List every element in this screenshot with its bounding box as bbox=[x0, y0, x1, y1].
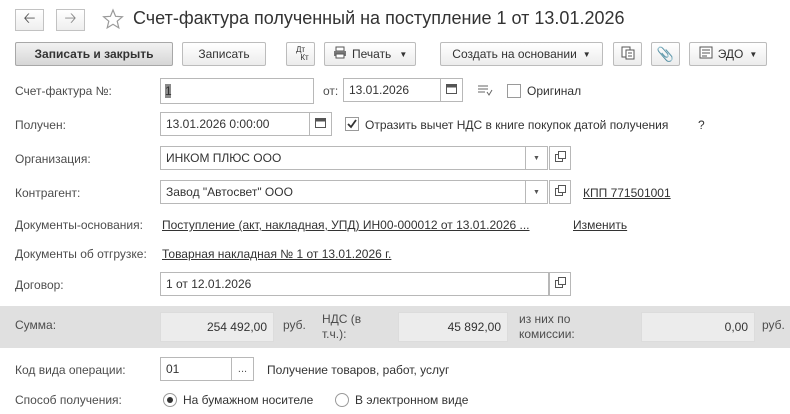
arrow-right-icon: 🡢 bbox=[64, 9, 77, 27]
reflect-vat-label: Отразить вычет НДС в книге покупок датой… bbox=[365, 118, 669, 132]
receive-electronic-label: В электронном виде bbox=[355, 393, 469, 407]
radio-selected-dot bbox=[167, 397, 173, 403]
counterparty-input[interactable]: Завод "Автосвет" ООО bbox=[160, 180, 526, 204]
original-label: Оригинал bbox=[527, 84, 582, 98]
arrow-left-icon: 🡠 bbox=[23, 9, 36, 27]
counterparty-label: Контрагент: bbox=[15, 186, 81, 200]
shipment-docs-link[interactable]: Товарная накладная № 1 от 13.01.2026 г. bbox=[162, 247, 391, 261]
radio-paper[interactable] bbox=[163, 393, 177, 407]
checkmark-icon bbox=[347, 119, 357, 129]
counterparty-dropdown-button[interactable]: ▼ bbox=[526, 180, 548, 204]
from-date-input[interactable]: 13.01.2026 bbox=[343, 78, 441, 102]
chevron-down-icon: ▼ bbox=[399, 49, 408, 59]
base-docs-link[interactable]: Поступление (акт, накладная, УПД) ИН00-0… bbox=[162, 218, 530, 232]
commission-label: из них по комиссии: bbox=[519, 312, 575, 342]
save-and-close-button[interactable]: Записать и закрыть bbox=[15, 42, 173, 66]
chevron-down-icon: ▼ bbox=[749, 49, 758, 59]
commission-currency: руб. bbox=[762, 318, 785, 332]
original-checkbox[interactable] bbox=[507, 84, 521, 98]
edo-icon bbox=[699, 46, 713, 62]
calendar-icon bbox=[315, 117, 326, 131]
edo-button[interactable]: ЭДО ▼ bbox=[689, 42, 767, 66]
sum-label: Сумма: bbox=[15, 318, 57, 332]
create-based-on-label: Создать на основании bbox=[452, 47, 577, 61]
vat-value: 45 892,00 bbox=[398, 312, 508, 342]
commission-label-line-1: из них по bbox=[519, 312, 571, 326]
star-icon[interactable] bbox=[102, 8, 124, 30]
organization-open-button[interactable] bbox=[549, 146, 571, 170]
commission-value: 0,00 bbox=[641, 312, 755, 342]
contract-open-button[interactable] bbox=[549, 272, 571, 296]
save-button[interactable]: Записать bbox=[182, 42, 266, 66]
received-label: Получен: bbox=[15, 118, 66, 132]
ellipsis-icon: ... bbox=[237, 363, 248, 375]
contract-label: Договор: bbox=[15, 278, 64, 292]
receive-method-label: Способ получения: bbox=[15, 393, 122, 407]
kpp-link[interactable]: КПП 771501001 bbox=[583, 186, 671, 200]
radio-electronic[interactable] bbox=[335, 393, 349, 407]
counterparty-open-button[interactable] bbox=[549, 180, 571, 204]
attach-button[interactable]: 📎 bbox=[651, 42, 680, 66]
back-button[interactable]: 🡠 bbox=[15, 9, 44, 31]
calendar-button[interactable] bbox=[310, 112, 332, 136]
forward-button[interactable]: 🡢 bbox=[56, 9, 85, 31]
chevron-down-icon: ▼ bbox=[533, 154, 540, 162]
edo-label: ЭДО bbox=[717, 47, 744, 61]
from-date-label: от: bbox=[323, 84, 339, 98]
received-datetime-input[interactable]: 13.01.2026 0:00:00 bbox=[160, 112, 310, 136]
organization-label: Организация: bbox=[15, 152, 91, 166]
invoice-number-input[interactable]: 1 bbox=[160, 78, 314, 104]
organization-dropdown-button[interactable]: ▼ bbox=[526, 146, 548, 170]
open-window-icon bbox=[554, 151, 566, 165]
sum-value: 254 492,00 bbox=[160, 312, 274, 342]
commission-label-line-2: комиссии: bbox=[519, 327, 575, 341]
dt-kt-button[interactable]: Дт Кт bbox=[286, 42, 315, 66]
op-code-description: Получение товаров, работ, услуг bbox=[267, 363, 450, 377]
kt-label: Кт bbox=[300, 53, 309, 62]
history-list-icon[interactable] bbox=[477, 83, 493, 100]
structure-button[interactable] bbox=[613, 42, 642, 66]
vat-label: НДС (в т.ч.): bbox=[322, 312, 361, 342]
invoice-number-label: Счет-фактура №: bbox=[15, 84, 112, 98]
shipment-docs-label: Документы об отгрузке: bbox=[15, 247, 147, 261]
organization-input[interactable]: ИНКОМ ПЛЮС ООО bbox=[160, 146, 526, 170]
paperclip-icon: 📎 bbox=[656, 45, 675, 62]
chevron-down-icon: ▼ bbox=[582, 49, 591, 59]
open-window-icon bbox=[554, 185, 566, 199]
chevron-down-icon: ▼ bbox=[533, 188, 540, 196]
reflect-vat-checkbox[interactable] bbox=[345, 117, 359, 131]
printer-icon bbox=[333, 46, 347, 62]
vat-label-line-1: НДС (в bbox=[322, 312, 362, 326]
vat-label-line-2: т.ч.): bbox=[322, 327, 347, 341]
help-icon[interactable]: ? bbox=[698, 118, 705, 132]
op-code-input[interactable]: 01 bbox=[160, 357, 232, 381]
sum-currency: руб. bbox=[283, 318, 306, 332]
invoice-number-value: 1 bbox=[165, 84, 172, 98]
print-button[interactable]: Печать ▼ bbox=[324, 42, 416, 66]
contract-input[interactable]: 1 от 12.01.2026 bbox=[160, 272, 549, 296]
base-docs-label: Документы-основания: bbox=[15, 218, 143, 232]
document-structure-icon bbox=[621, 46, 635, 63]
page-title: Счет-фактура полученный на поступление 1… bbox=[133, 8, 625, 28]
change-link[interactable]: Изменить bbox=[573, 218, 627, 232]
create-based-on-button[interactable]: Создать на основании ▼ bbox=[440, 42, 603, 66]
calendar-icon bbox=[446, 83, 457, 97]
op-code-select-button[interactable]: ... bbox=[232, 357, 254, 381]
receive-paper-label: На бумажном носителе bbox=[183, 393, 314, 407]
print-label: Печать bbox=[352, 47, 392, 61]
calendar-button[interactable] bbox=[441, 78, 463, 102]
op-code-label: Код вида операции: bbox=[15, 363, 126, 377]
open-window-icon bbox=[554, 277, 566, 291]
